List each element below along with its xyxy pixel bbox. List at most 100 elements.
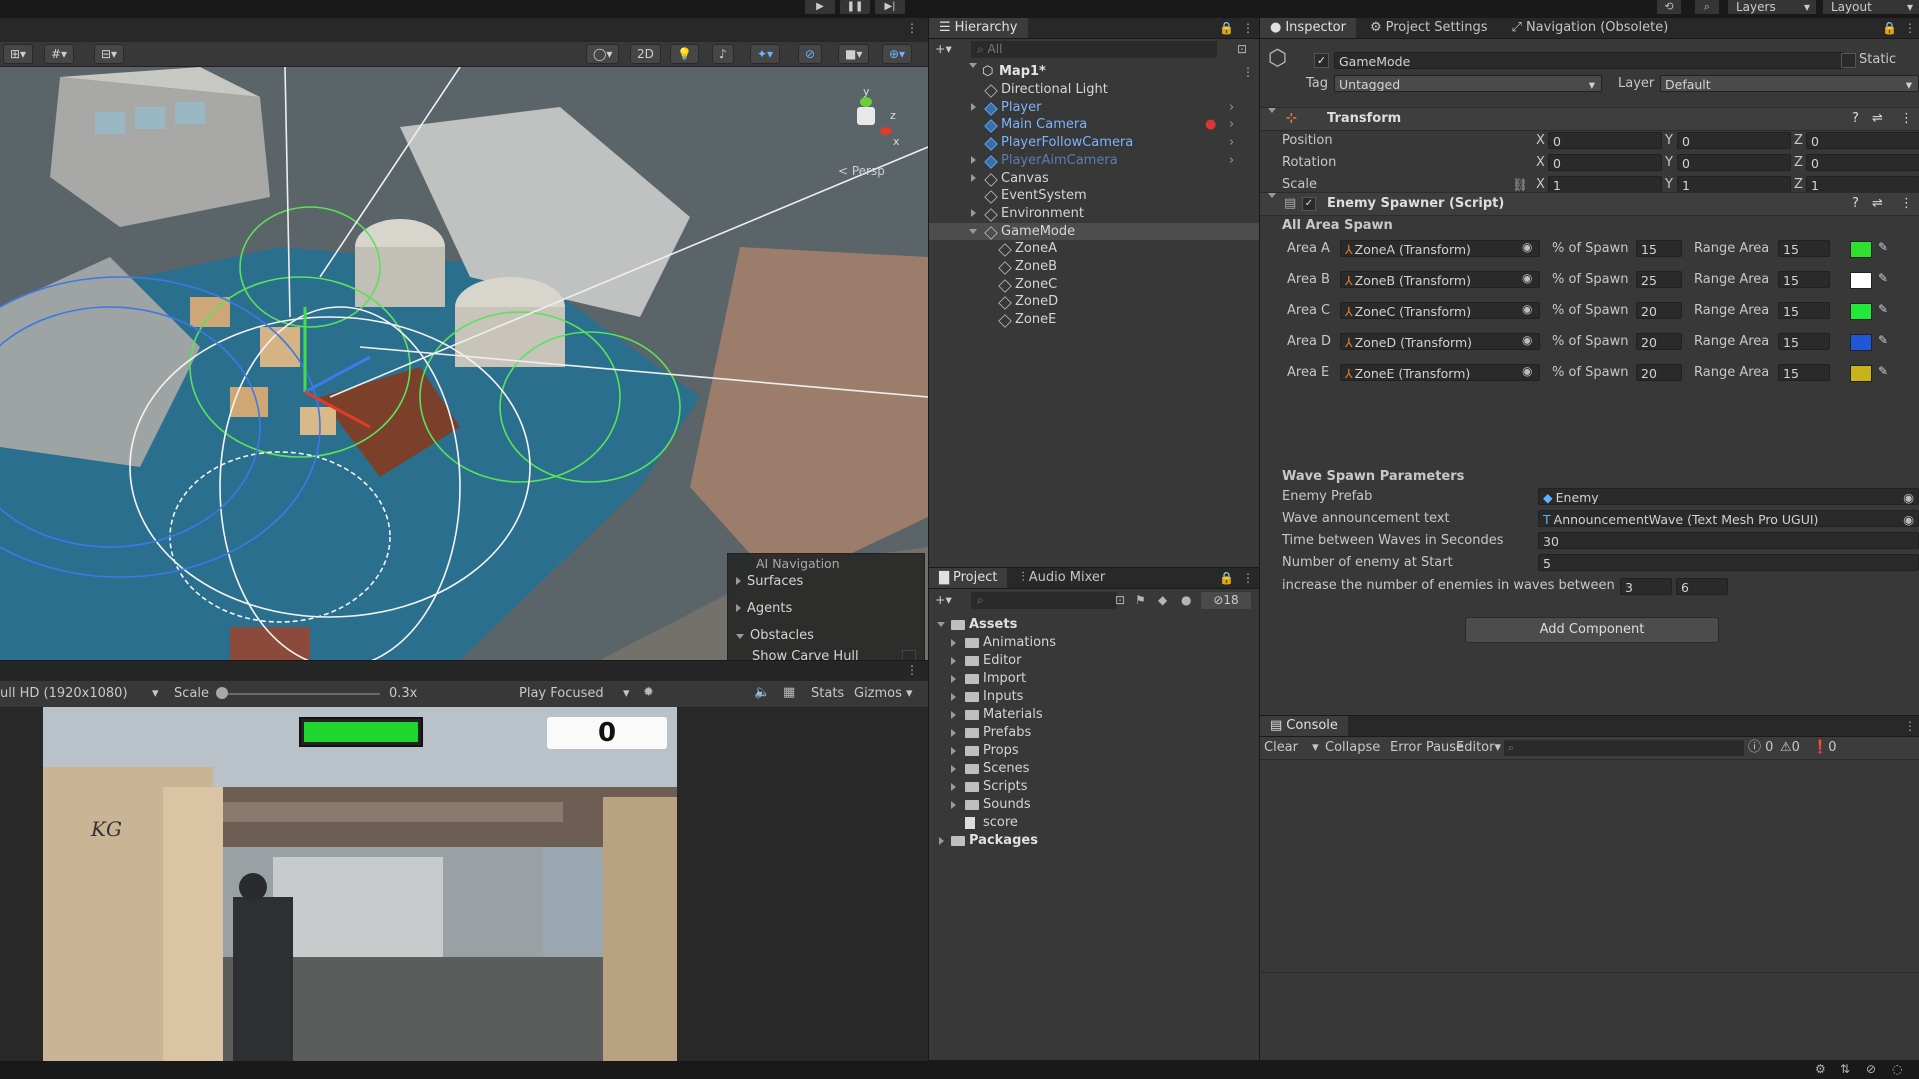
z-field[interactable]: 0 bbox=[1806, 132, 1919, 149]
status-icon-3[interactable]: ⊘ bbox=[1866, 1062, 1876, 1076]
object-picker-icon[interactable]: ◉ bbox=[1522, 364, 1532, 378]
hierarchy-item[interactable]: ZoneA bbox=[929, 240, 1259, 258]
play-focused-dropdown[interactable]: Play Focused ▾ bbox=[519, 686, 639, 701]
more-options-icon[interactable]: ⋮ bbox=[1242, 571, 1254, 585]
percent-spawn-field[interactable]: 20 bbox=[1636, 364, 1682, 381]
area-color-swatch[interactable] bbox=[1850, 272, 1872, 289]
hidden-packages-toggle[interactable]: ⊘18 bbox=[1201, 592, 1251, 609]
scene-root-row[interactable]: ⬡ Map1* ⋮ bbox=[929, 63, 1259, 81]
expand-arrow-icon[interactable] bbox=[951, 639, 956, 647]
expand-arrow-icon[interactable] bbox=[951, 801, 956, 809]
object-picker-icon[interactable]: ◉ bbox=[1522, 240, 1532, 254]
add-component-button[interactable]: Add Component bbox=[1465, 617, 1719, 643]
hierarchy-item[interactable]: EventSystem bbox=[929, 187, 1259, 204]
search-icon[interactable]: ⌕ bbox=[1695, 0, 1719, 14]
project-folder[interactable]: Props bbox=[929, 742, 1259, 760]
x-field[interactable]: 1 bbox=[1548, 176, 1662, 193]
error-pause-button[interactable]: Error Pause bbox=[1390, 737, 1464, 759]
project-folder[interactable]: Editor bbox=[929, 652, 1259, 670]
wave-param-field[interactable]: T AnnouncementWave (Text Mesh Pro UGUI) ◉ bbox=[1538, 510, 1919, 527]
play-button[interactable]: ▶ bbox=[805, 0, 835, 14]
camera-settings-icon[interactable]: ■▾ bbox=[838, 44, 870, 64]
z-field[interactable]: 0 bbox=[1806, 154, 1919, 171]
lock-icon[interactable]: 🔒 bbox=[1219, 21, 1234, 35]
axis-z-label[interactable]: Z bbox=[1794, 177, 1803, 192]
eyedropper-icon[interactable]: ✎ bbox=[1878, 333, 1888, 347]
clear-button[interactable]: Clear ▾ bbox=[1264, 737, 1319, 759]
collapse-arrow-icon[interactable] bbox=[969, 228, 977, 234]
static-checkbox[interactable] bbox=[1841, 53, 1856, 68]
axis-z-label[interactable]: Z bbox=[1794, 155, 1803, 170]
grid-snapping-button[interactable]: #▾ bbox=[44, 44, 75, 64]
warning-count-toggle[interactable]: ⚠0 bbox=[1780, 737, 1800, 759]
shading-mode-button[interactable]: ◯▾ bbox=[586, 44, 620, 64]
more-options-icon[interactable]: ⋮ bbox=[1900, 108, 1913, 130]
expand-arrow-icon[interactable] bbox=[951, 747, 956, 755]
area-transform-field[interactable]: ⅄ ZoneB (Transform) bbox=[1340, 271, 1540, 288]
chevron-right-icon[interactable]: › bbox=[1229, 152, 1234, 169]
range-area-field[interactable]: 15 bbox=[1778, 271, 1830, 288]
pause-button[interactable]: ❚❚ bbox=[840, 0, 870, 14]
object-picker-icon[interactable]: ◉ bbox=[1903, 489, 1914, 504]
expand-arrow-icon[interactable] bbox=[951, 729, 956, 737]
transform-tools-button[interactable]: ⊞▾ bbox=[3, 44, 34, 64]
more-options-icon[interactable]: ⋮ bbox=[906, 663, 918, 677]
more-options-icon[interactable]: ⋮ bbox=[1242, 63, 1254, 81]
more-options-icon[interactable]: ⋮ bbox=[1242, 21, 1254, 35]
packages-folder[interactable]: Packages bbox=[929, 832, 1259, 850]
more-options-icon[interactable]: ⋮ bbox=[1900, 193, 1913, 215]
layout-dropdown[interactable]: Layout ▾ bbox=[1823, 0, 1919, 14]
object-picker-icon[interactable]: ◉ bbox=[1522, 333, 1532, 347]
wave-param-field[interactable]: ◆ Enemy ◉ bbox=[1538, 488, 1919, 505]
gizmos-dropdown[interactable]: Gizmos ▾ bbox=[854, 686, 913, 701]
collapse-button[interactable]: Collapse bbox=[1325, 737, 1380, 759]
hierarchy-item[interactable]: ZoneB bbox=[929, 258, 1259, 275]
area-color-swatch[interactable] bbox=[1850, 241, 1872, 258]
expand-arrow-icon[interactable] bbox=[971, 102, 976, 111]
project-folder[interactable]: Sounds bbox=[929, 796, 1259, 814]
wave-param-field[interactable]: 30 bbox=[1538, 532, 1919, 549]
eyedropper-icon[interactable]: ✎ bbox=[1878, 302, 1888, 316]
project-folder[interactable]: Inputs bbox=[929, 688, 1259, 706]
object-name-field[interactable]: GameMode bbox=[1334, 52, 1844, 69]
axis-x-label[interactable]: X bbox=[1536, 133, 1545, 148]
expand-arrow-icon[interactable] bbox=[951, 765, 956, 773]
increase-min-field[interactable]: 3 bbox=[1620, 578, 1672, 595]
chevron-right-icon[interactable]: › bbox=[1229, 116, 1234, 133]
game-viewport[interactable]: KG 0 bbox=[43, 707, 677, 1061]
constrain-proportions-icon[interactable]: ⛓ bbox=[1512, 177, 1528, 193]
project-folder[interactable]: Animations bbox=[929, 634, 1259, 652]
x-field[interactable]: 0 bbox=[1548, 154, 1662, 171]
tab-project-settings[interactable]: ⚙ Project Settings bbox=[1360, 18, 1498, 38]
more-options-icon[interactable]: ⋮ bbox=[1904, 719, 1916, 733]
x-field[interactable]: 0 bbox=[1548, 132, 1662, 149]
layers-dropdown[interactable]: Layers ▾ bbox=[1728, 0, 1816, 14]
axis-x-label[interactable]: X bbox=[1536, 155, 1545, 170]
tab-hierarchy[interactable]: ☰ Hierarchy bbox=[929, 18, 1028, 38]
lighting-toggle-icon[interactable]: 💡 bbox=[670, 44, 699, 64]
hierarchy-item[interactable]: PlayerAimCamera › bbox=[929, 152, 1259, 169]
chevron-right-icon[interactable]: › bbox=[1229, 99, 1234, 116]
effects-toggle-icon[interactable]: ✦▾ bbox=[750, 44, 781, 64]
step-button[interactable]: ▶| bbox=[875, 0, 905, 14]
y-field[interactable]: 1 bbox=[1677, 176, 1791, 193]
nav-item-surfaces[interactable]: Surfaces bbox=[736, 574, 803, 589]
area-transform-field[interactable]: ⅄ ZoneC (Transform) bbox=[1340, 302, 1540, 319]
toggle-2d-button[interactable]: 2D bbox=[630, 44, 661, 64]
more-options-icon[interactable]: ⋮ bbox=[906, 21, 918, 35]
percent-spawn-field[interactable]: 20 bbox=[1636, 333, 1682, 350]
project-file[interactable]: score bbox=[929, 814, 1259, 832]
status-icon-1[interactable]: ⚙ bbox=[1815, 1062, 1826, 1076]
hierarchy-search-input[interactable]: ⌕ All bbox=[971, 41, 1217, 58]
z-field[interactable]: 1 bbox=[1806, 176, 1919, 193]
object-picker-icon[interactable]: ◉ bbox=[1522, 302, 1532, 316]
visibility-toggle-icon[interactable]: ⊘ bbox=[798, 44, 823, 64]
mute-audio-icon[interactable]: 🔈 bbox=[754, 685, 770, 700]
tab-inspector[interactable]: ● Inspector bbox=[1260, 18, 1356, 38]
lock-icon[interactable]: 🔒 bbox=[1219, 571, 1234, 585]
show-carve-hull-checkbox[interactable] bbox=[902, 650, 916, 660]
chevron-right-icon[interactable]: › bbox=[1229, 134, 1234, 151]
range-area-field[interactable]: 15 bbox=[1778, 333, 1830, 350]
status-icon-2[interactable]: ⇅ bbox=[1840, 1062, 1850, 1076]
more-options-icon[interactable]: ⋮ bbox=[1904, 21, 1916, 35]
